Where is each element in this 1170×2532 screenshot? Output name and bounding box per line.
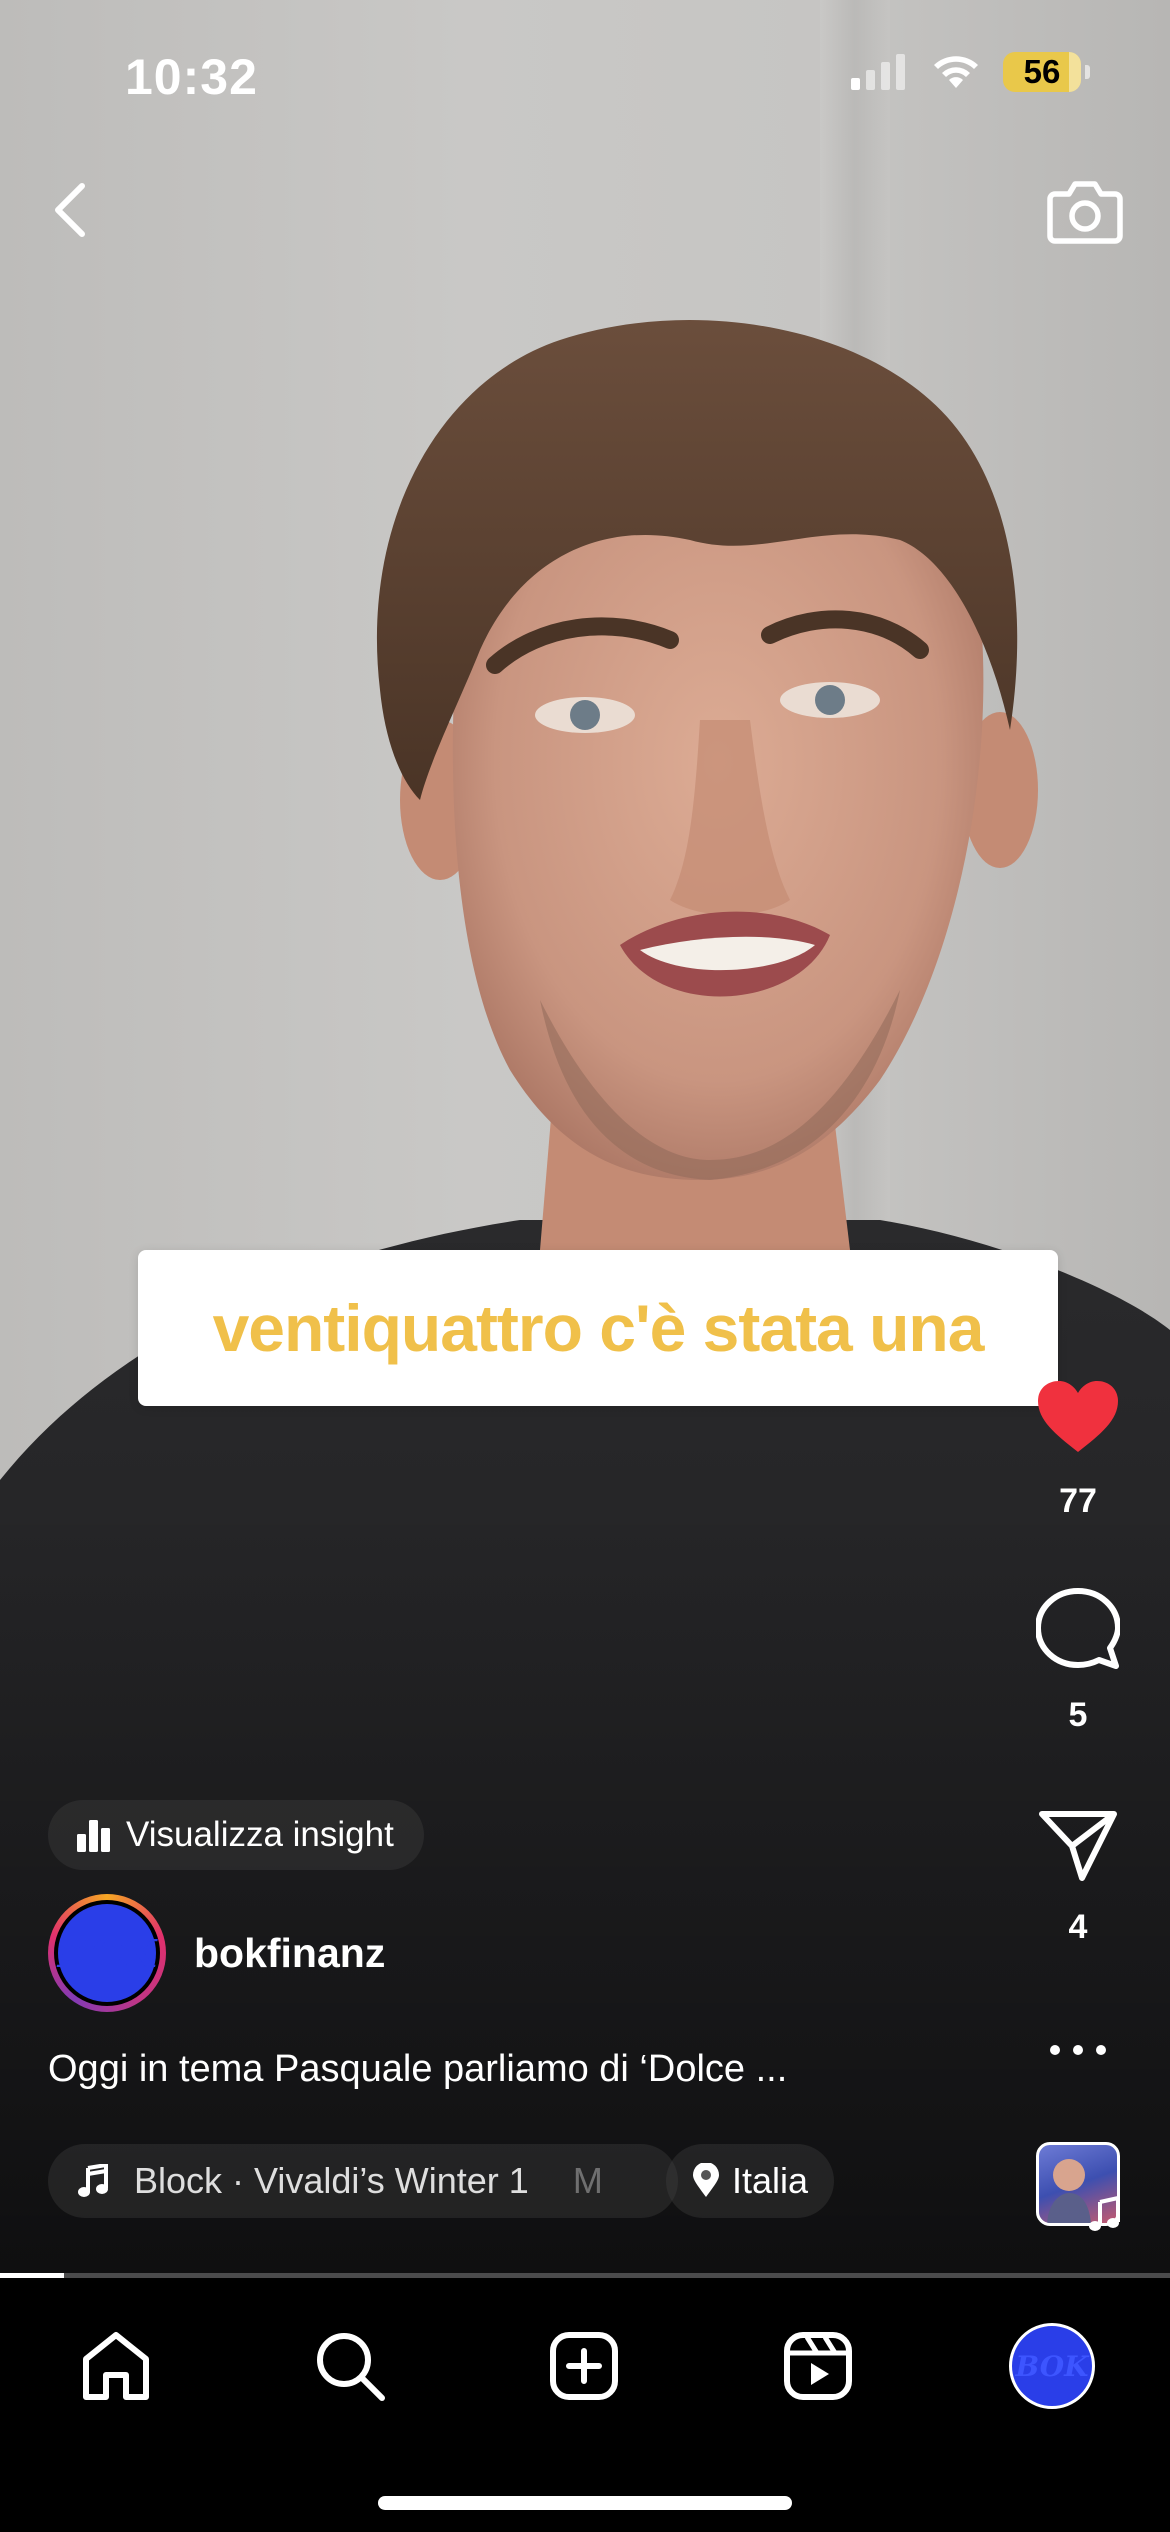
home-icon	[83, 2332, 149, 2400]
chevron-left-icon	[55, 183, 85, 237]
comment-button[interactable]: 5	[1030, 1588, 1126, 1735]
bottom-navigation: BOK	[0, 2278, 1170, 2532]
nav-home[interactable]	[68, 2318, 164, 2414]
reels-icon	[784, 2332, 852, 2400]
like-count: 77	[1059, 1482, 1097, 1520]
post-description[interactable]: Oggi in tema Pasquale parliamo di ‘Dolce…	[48, 2048, 787, 2091]
avatar[interactable]: BOK	[48, 1894, 166, 2012]
more-horizontal-icon	[1050, 2045, 1106, 2055]
camera-button[interactable]	[1040, 170, 1130, 250]
send-icon	[1039, 1811, 1117, 1881]
bar-chart-icon	[77, 1820, 110, 1852]
caption-text: ventiquattro c'è stata una	[212, 1291, 985, 1365]
nav-reels[interactable]	[770, 2318, 866, 2414]
status-time: 10:32	[125, 49, 258, 105]
share-button[interactable]: 4	[1030, 1808, 1126, 1947]
nav-profile[interactable]: BOK	[1004, 2318, 1100, 2414]
location-pill[interactable]: Italia	[666, 2144, 835, 2218]
search-icon	[317, 2333, 385, 2401]
music-note-icon	[78, 2164, 108, 2197]
video-caption: ventiquattro c'è stata una	[138, 1250, 1058, 1406]
avatar-logo-text: BOK	[58, 1904, 156, 2002]
view-insights-button[interactable]: Visualizza insight	[48, 1800, 424, 1870]
comment-icon	[1036, 1588, 1120, 1669]
audio-track-pill[interactable]: Block · Vivaldi’s Winter 1 M	[48, 2144, 678, 2218]
wifi-icon	[934, 56, 978, 88]
audio-track-overflow: M	[572, 2160, 603, 2201]
status-icons: 56	[849, 52, 1090, 92]
audio-track-title: Block · Vivaldi’s Winter 1	[134, 2160, 529, 2201]
music-note-badge-icon	[1089, 2196, 1120, 2231]
home-indicator[interactable]	[378, 2496, 792, 2510]
heart-filled-icon	[1038, 1381, 1118, 1452]
comment-count: 5	[1068, 1696, 1088, 1734]
author-profile[interactable]: BOK bokfinanz	[48, 1894, 385, 2012]
profile-avatar: BOK	[1009, 2323, 1095, 2409]
share-count: 4	[1068, 1908, 1088, 1946]
nav-create[interactable]	[536, 2318, 632, 2414]
location-pin-icon	[693, 2163, 719, 2197]
camera-icon	[1047, 181, 1123, 244]
back-button[interactable]	[40, 170, 100, 250]
location-label: Italia	[732, 2160, 809, 2201]
cellular-signal-icon	[851, 54, 905, 90]
battery-indicator: 56	[1003, 52, 1081, 92]
more-options-button[interactable]	[1030, 2030, 1126, 2070]
battery-tip	[1085, 65, 1090, 79]
like-button[interactable]: 77	[1030, 1378, 1126, 1521]
battery-level: 56	[1023, 53, 1061, 90]
username[interactable]: bokfinanz	[194, 1930, 385, 1977]
nav-search[interactable]	[302, 2318, 398, 2414]
view-insights-label: Visualizza insight	[126, 1815, 394, 1854]
create-icon	[550, 2332, 618, 2400]
